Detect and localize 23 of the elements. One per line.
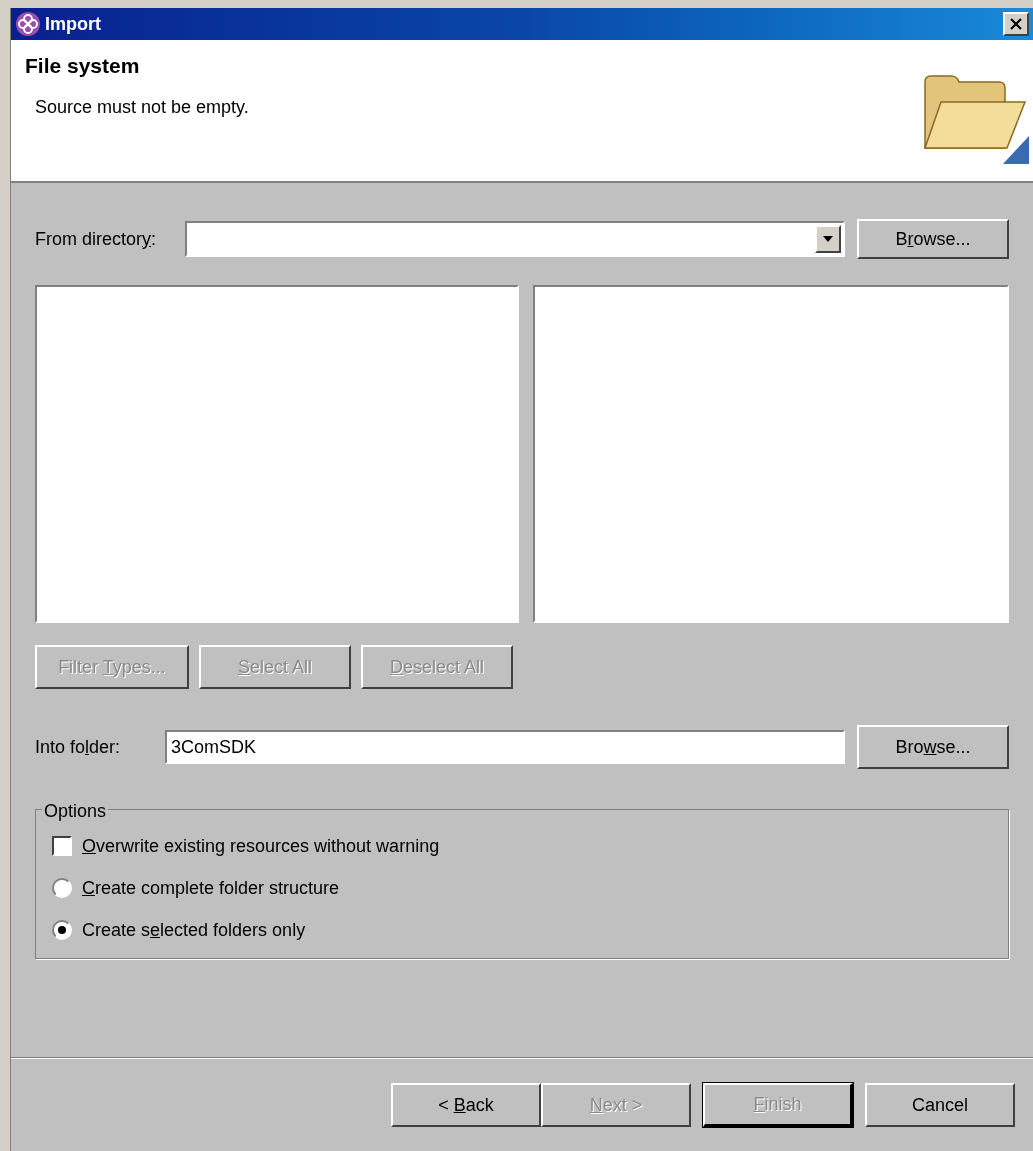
folder-field[interactable]: 3ComSDK: [165, 730, 845, 764]
status-message: Source must not be empty.: [35, 95, 249, 119]
browse-button[interactable]: Browse...: [857, 725, 1009, 769]
checkbox[interactable]: [52, 836, 72, 856]
caret-icon: [823, 236, 833, 242]
radio-button[interactable]: [52, 920, 72, 940]
radio-button[interactable]: [52, 878, 72, 898]
folder-input[interactable]: 3ComSDK: [171, 733, 839, 761]
close-button[interactable]: [1003, 12, 1029, 36]
window-title: Import: [45, 12, 101, 36]
close-icon: [1010, 18, 1022, 30]
browse-button[interactable]: Browse...: [857, 219, 1009, 259]
directory-combo[interactable]: [185, 221, 845, 257]
dropdown-button[interactable]: [815, 225, 841, 253]
field-label: Into folder:: [35, 735, 122, 759]
option-label[interactable]: Create selected folders only: [82, 916, 306, 944]
option-label[interactable]: Create complete folder structure: [82, 874, 340, 902]
wizard-button[interactable]: Cancel: [865, 1083, 1015, 1127]
app-icon: [15, 11, 41, 37]
option-label[interactable]: Overwrite existing resources without warning: [82, 832, 440, 860]
field-label: From directory:: [35, 227, 158, 251]
page-title: File system: [25, 53, 141, 79]
wizard-button[interactable]: < Back: [391, 1083, 541, 1127]
